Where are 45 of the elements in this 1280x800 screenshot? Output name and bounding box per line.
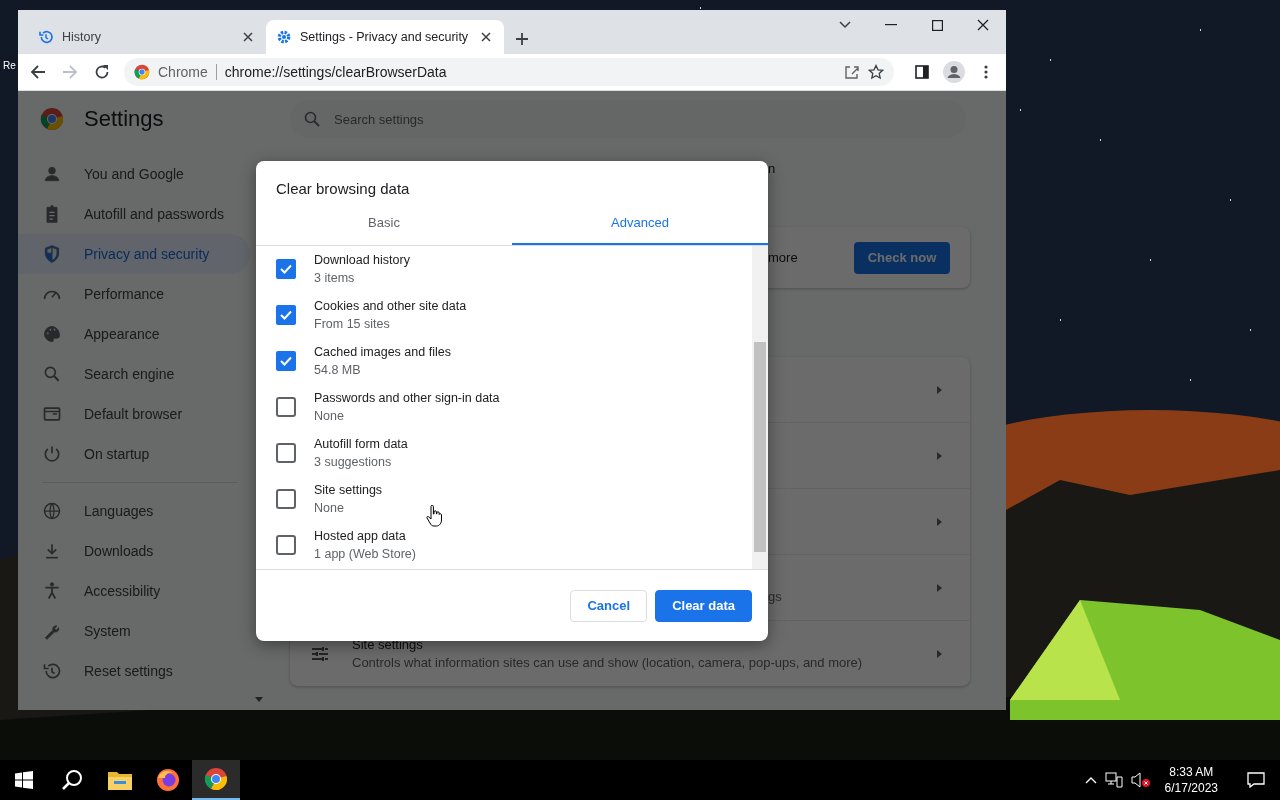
check-now-button[interactable]: Check now: [854, 241, 950, 274]
dialog-tab[interactable]: Basic: [256, 201, 512, 245]
sidebar-item[interactable]: Languages: [18, 491, 250, 531]
text-fragment: more: [768, 250, 798, 265]
clear-data-button[interactable]: Clear data: [655, 589, 752, 622]
sidebar-item[interactable]: Autofill and passwords: [18, 194, 250, 234]
item-title: Cached images and files: [314, 345, 451, 359]
item-title: Passwords and other sign-in data: [314, 391, 500, 405]
sidebar-item[interactable]: Accessibility: [18, 571, 250, 611]
page-title: Settings: [84, 106, 164, 132]
item-title: Autofill form data: [314, 437, 408, 451]
sidebar-item[interactable]: Privacy and security: [18, 234, 250, 274]
item-detail: 54.8 MB: [314, 363, 362, 377]
url-text: chrome://settings/clearBrowserData: [224, 64, 448, 80]
row-description: Controls what information sites can use and show (location, camera, pop-ups, and more): [352, 655, 864, 670]
item-title: Download history: [314, 253, 410, 267]
browser-tab[interactable]: History: [28, 20, 266, 54]
cancel-button[interactable]: Cancel: [570, 589, 648, 622]
sidebar-item[interactable]: Appearance: [18, 314, 250, 354]
item-title: Site settings: [314, 483, 383, 497]
text-fragment: n: [767, 161, 777, 178]
sidebar-item[interactable]: On startup: [18, 434, 250, 474]
dialog-tab[interactable]: Advanced: [512, 201, 768, 245]
desktop-icon-label[interactable]: Re: [3, 60, 16, 71]
item-detail: From 15 sites: [314, 317, 391, 331]
clock[interactable]: 8:33 AM 6/17/2023: [1158, 764, 1224, 796]
sidebar-item[interactable]: Default browser: [18, 394, 250, 434]
item-title: Hosted app data: [314, 529, 407, 543]
item-detail: 1 app (Web Store): [314, 547, 416, 561]
item-detail: None: [314, 409, 345, 423]
item-title: Cookies and other site data: [314, 299, 467, 313]
item-detail: 3 suggestions: [314, 455, 393, 469]
site-chip: Chrome: [158, 64, 217, 80]
sidebar-item[interactable]: You and Google: [18, 154, 250, 194]
text-fragment: gs: [768, 589, 783, 604]
browser-tab[interactable]: Settings - Privacy and security: [266, 20, 504, 54]
sidebar-item[interactable]: Reset settings: [18, 651, 250, 691]
address-bar[interactable]: Chrome chrome://settings/clearBrowserData: [124, 58, 894, 86]
item-detail: 3 items: [314, 271, 356, 285]
sidebar-item[interactable]: Downloads: [18, 531, 250, 571]
dialog-title: Clear browsing data: [275, 179, 411, 199]
sidebar-item[interactable]: Search engine: [18, 354, 250, 394]
item-detail: None: [314, 501, 345, 515]
sidebar-item[interactable]: Performance: [18, 274, 250, 314]
sidebar-item[interactable]: System: [18, 611, 250, 651]
